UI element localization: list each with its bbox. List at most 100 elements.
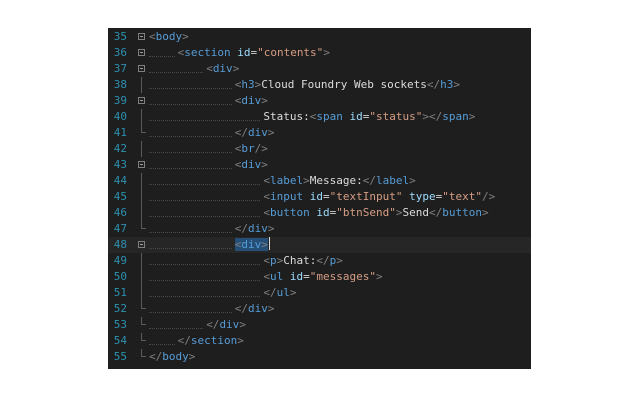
code-text[interactable]: </div> <box>235 125 275 141</box>
code-text[interactable]: </div> <box>235 301 275 317</box>
code-text[interactable]: </div> <box>235 221 275 237</box>
fold-collapse-icon[interactable] <box>138 97 145 104</box>
code-token: body <box>155 30 183 43</box>
code-token: > <box>409 174 416 187</box>
code-token: </ <box>263 286 277 299</box>
code-token: label <box>376 174 410 187</box>
line-number: 52 <box>113 302 127 315</box>
code-token: > <box>453 78 460 91</box>
code-token: > <box>261 238 268 251</box>
code-token: > <box>395 206 403 219</box>
code-token: </ <box>234 222 249 235</box>
code-line-36[interactable]: 36 <section id="contents"> <box>108 45 531 61</box>
indent-guide <box>149 184 261 185</box>
code-editor[interactable]: 35 <body> 36 <section id="contents"> 37 <div>… <box>108 28 531 369</box>
line-number: 55 <box>113 350 127 363</box>
code-token: </ <box>429 206 443 219</box>
fold-collapse-icon[interactable] <box>138 65 145 72</box>
code-text[interactable]: </ul> <box>263 285 296 301</box>
code-token: </ <box>362 174 376 187</box>
code-token: "contents" <box>257 46 324 59</box>
code-token: "status" <box>369 110 423 123</box>
code-text[interactable]: <div> <box>235 157 268 173</box>
code-token: </ <box>206 318 220 331</box>
code-text[interactable]: <div> <box>235 93 268 109</box>
code-token: p <box>270 254 277 267</box>
code-token: body <box>162 350 189 363</box>
code-text[interactable]: <label>Message:</label> <box>263 173 415 189</box>
code-line-52[interactable]: 52 </div> <box>108 301 531 317</box>
code-token: "btnSend" <box>336 206 396 219</box>
code-token: </ <box>234 302 249 315</box>
code-line-43[interactable]: 43 <div> <box>108 157 531 173</box>
line-number: 41 <box>113 126 127 139</box>
code-line-50[interactable]: 50 <ul id="messages"> <box>108 269 531 285</box>
code-text[interactable]: <button id="btnSend">Send</button> <box>263 205 488 221</box>
code-text[interactable]: <h3>Cloud Foundry Web sockets</h3> <box>235 77 460 93</box>
code-line-46[interactable]: 46 <button id="btnSend">Send</button> <box>108 205 531 221</box>
line-number: 35 <box>113 30 127 43</box>
fold-collapse-icon[interactable] <box>138 33 145 40</box>
code-token: h3 <box>241 78 255 91</box>
code-text[interactable]: <body> <box>149 29 189 45</box>
code-line-39[interactable]: 39 <div> <box>108 93 531 109</box>
code-text[interactable]: <div> <box>234 237 270 253</box>
indent-guide <box>149 136 232 137</box>
code-text[interactable]: </section> <box>178 333 244 349</box>
code-token: ul <box>270 270 284 283</box>
indent-guide <box>149 152 232 153</box>
fold-guide-line <box>141 269 142 285</box>
code-line-51[interactable]: 51 </ul> <box>108 285 531 301</box>
code-line-49[interactable]: 49 <p>Chat:</p> <box>108 253 531 269</box>
code-token: > <box>267 222 275 235</box>
code-token: Send <box>402 206 430 219</box>
code-line-47[interactable]: 47 </div> <box>108 221 531 237</box>
line-number: 40 <box>113 110 127 123</box>
code-text[interactable]: </body> <box>149 349 195 365</box>
code-line-35[interactable]: 35 <body> <box>108 29 531 45</box>
code-token: div <box>241 94 262 107</box>
code-line-41[interactable]: 41 </div> <box>108 125 531 141</box>
code-line-37[interactable]: 37 <div> <box>108 61 531 77</box>
code-line-48[interactable]: 48 <div> <box>108 237 531 253</box>
code-token: div <box>219 318 240 331</box>
indent-guide <box>149 56 175 57</box>
code-text[interactable]: Status:<span id="status"></span> <box>263 109 475 125</box>
indent-guide <box>149 120 261 121</box>
indent-guide <box>149 200 261 201</box>
code-text[interactable]: <div> <box>206 61 239 77</box>
code-line-44[interactable]: 44 <label>Message:</label> <box>108 173 531 189</box>
code-line-40[interactable]: 40 Status:<span id="status"></span> <box>108 109 531 125</box>
line-number: 49 <box>113 254 127 267</box>
fold-collapse-icon[interactable] <box>138 241 145 248</box>
code-token: id <box>316 206 330 219</box>
code-line-38[interactable]: 38 <h3>Cloud Foundry Web sockets</h3> <box>108 77 531 93</box>
code-line-54[interactable]: 54 </section> <box>108 333 531 349</box>
code-line-45[interactable]: 45 <input id="textInput" type="text"/> <box>108 189 531 205</box>
fold-guide-end <box>141 125 146 133</box>
code-text[interactable]: </div> <box>206 317 246 333</box>
code-line-55[interactable]: 55 </body> <box>108 349 531 365</box>
code-text[interactable]: <br/> <box>235 141 268 157</box>
code-text[interactable]: <input id="textInput" type="text"/> <box>263 189 495 205</box>
code-token: span <box>316 110 343 123</box>
code-token: /> <box>482 190 496 203</box>
code-token: > <box>267 126 275 139</box>
code-token: </ <box>426 78 441 91</box>
code-line-42[interactable]: 42 <br/> <box>108 141 531 157</box>
code-text[interactable]: <section id="contents"> <box>178 45 330 61</box>
code-text[interactable]: <p>Chat:</p> <box>263 253 343 269</box>
code-token: > <box>239 318 246 331</box>
fold-collapse-icon[interactable] <box>138 49 145 56</box>
code-token: label <box>270 174 304 187</box>
line-number: 50 <box>113 270 127 283</box>
code-token: div <box>248 222 268 235</box>
code-line-53[interactable]: 53 </div> <box>108 317 531 333</box>
code-token: span <box>442 110 469 123</box>
fold-collapse-icon[interactable] <box>138 161 145 168</box>
line-number: 36 <box>113 46 127 59</box>
fold-guide-line <box>141 77 142 93</box>
code-text[interactable]: <ul id="messages"> <box>263 269 382 285</box>
